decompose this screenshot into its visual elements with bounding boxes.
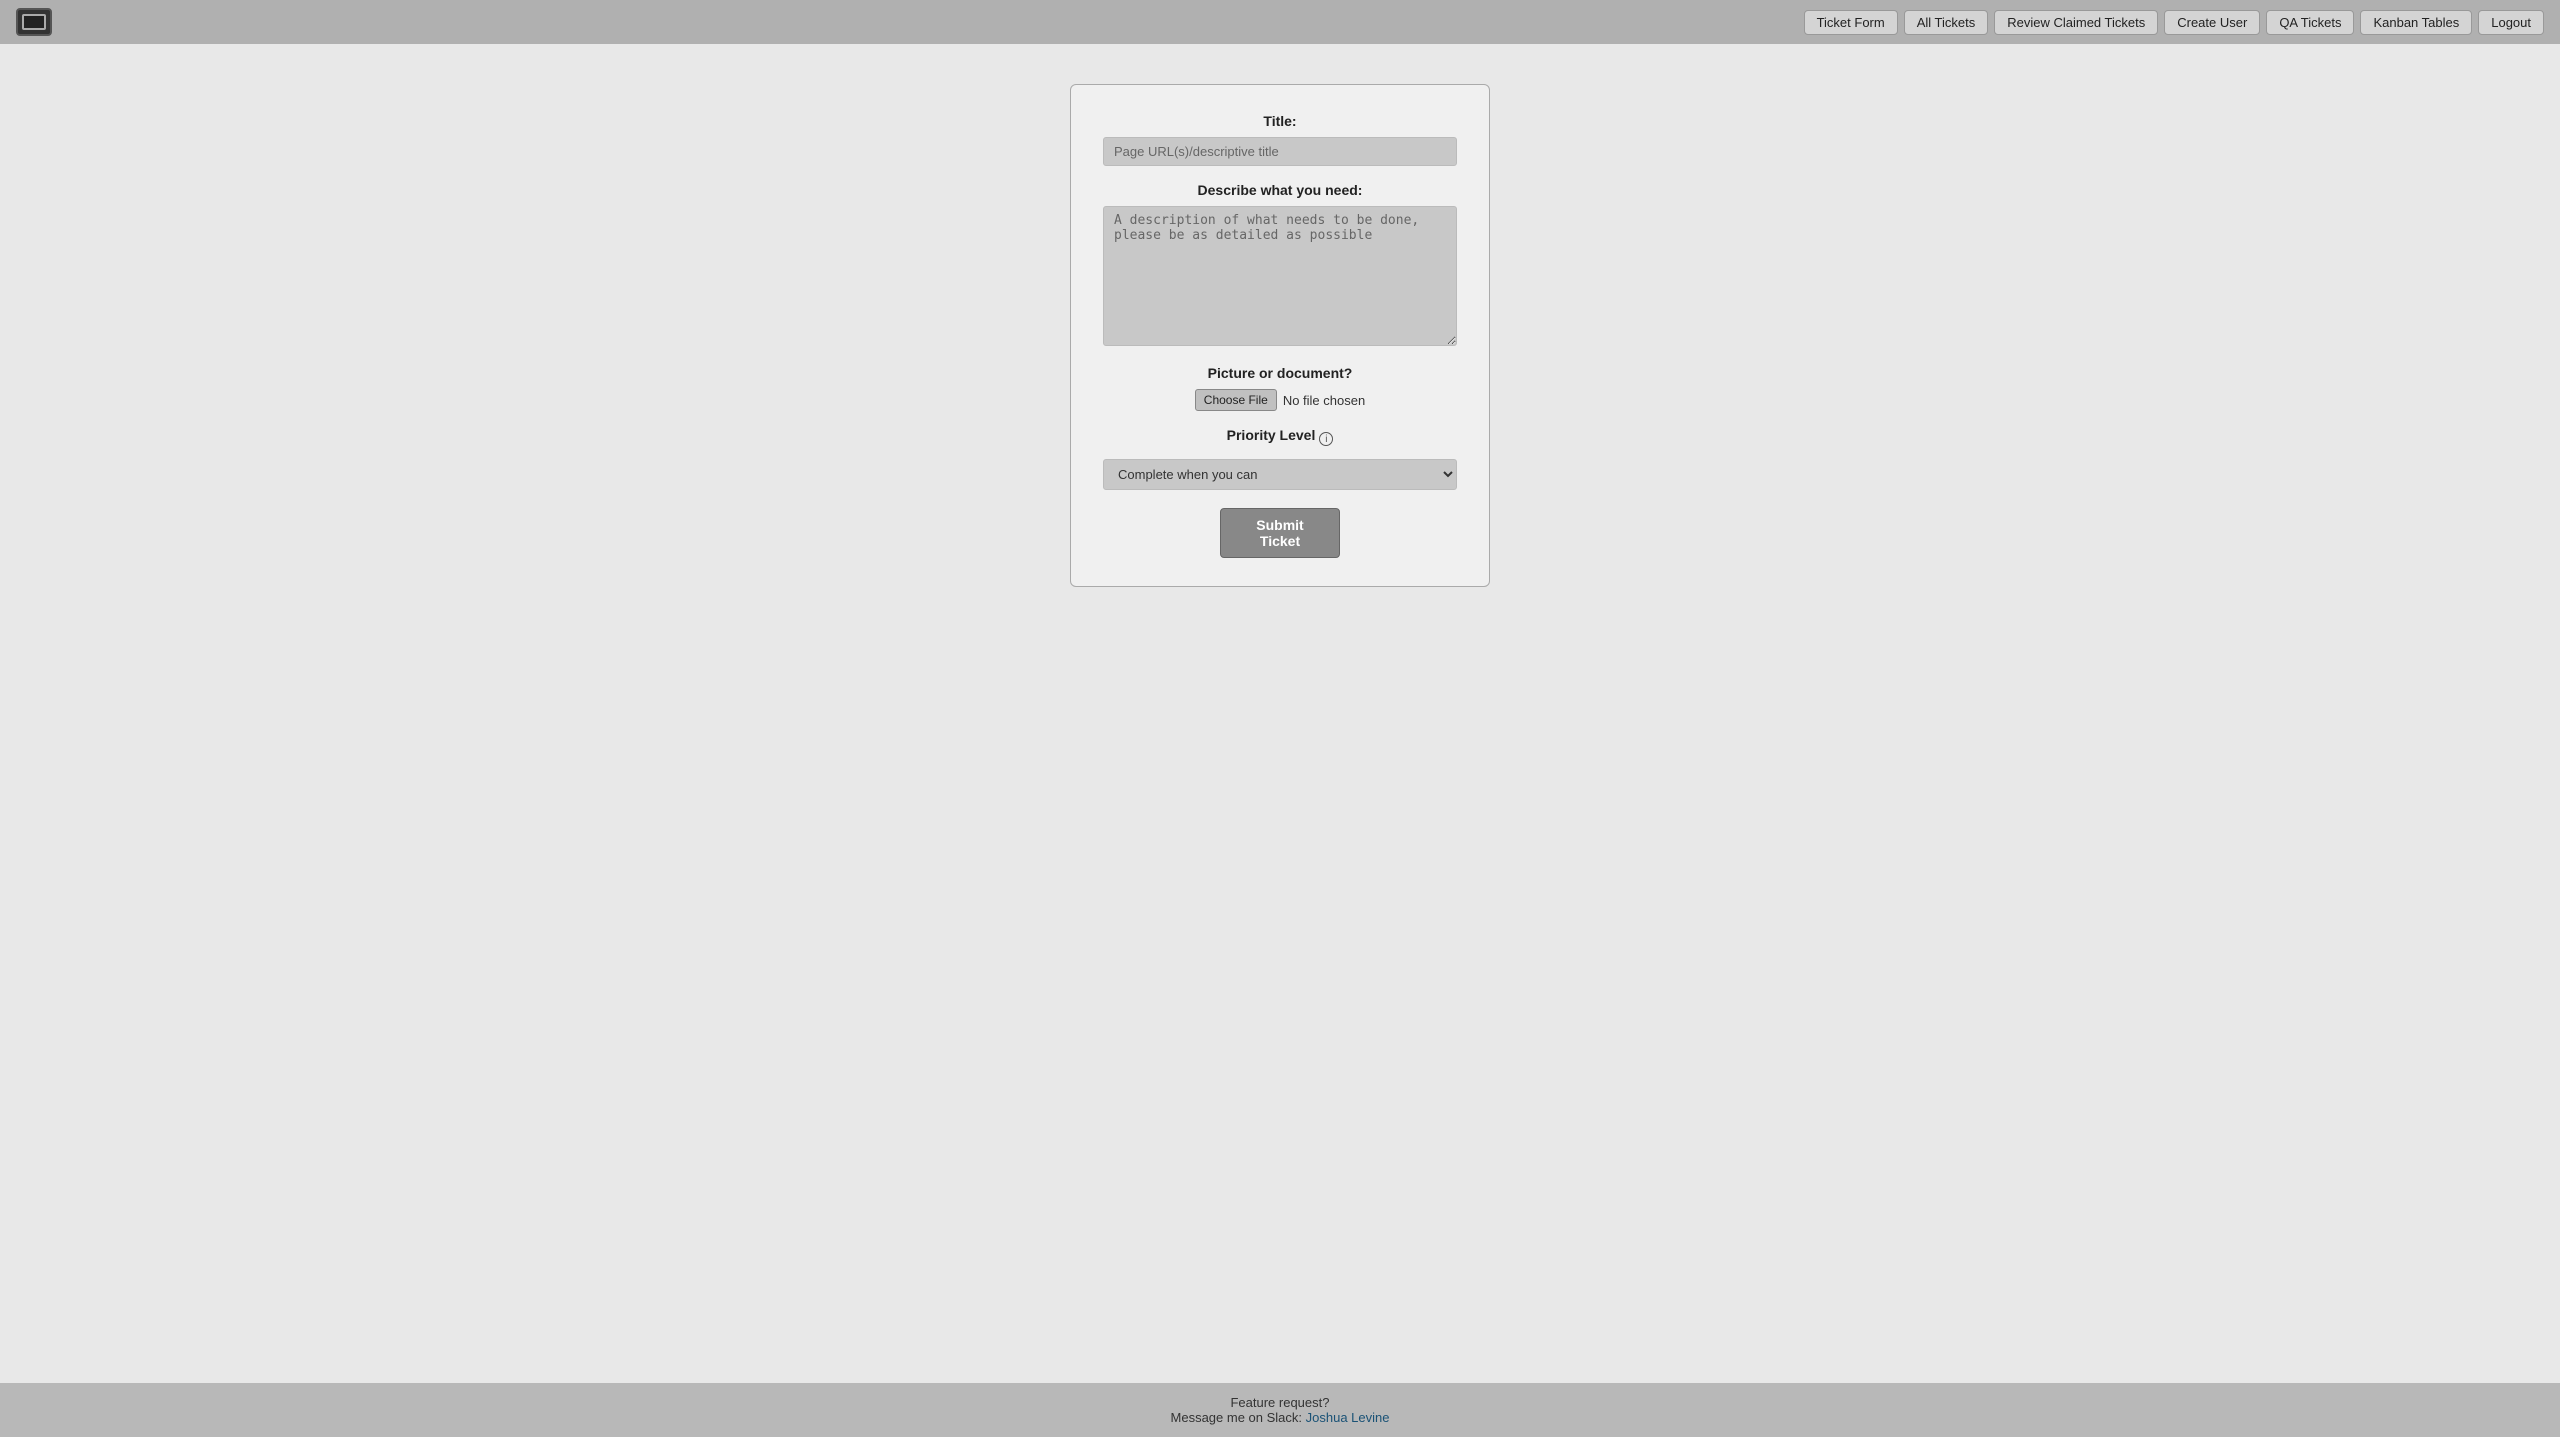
main-content: Title: Describe what you need: Picture o… <box>0 44 2560 1383</box>
qa-tickets-link[interactable]: QA Tickets <box>2266 10 2354 35</box>
file-section: Picture or document? Choose File No file… <box>1103 365 1457 411</box>
logo-icon <box>22 14 46 30</box>
priority-label-row: Priority Level i <box>1103 427 1457 451</box>
describe-textarea[interactable] <box>1103 206 1457 346</box>
footer-line2: Message me on Slack: Joshua Levine <box>12 1410 2548 1425</box>
title-label: Title: <box>1103 113 1457 129</box>
file-input-wrapper: Choose File No file chosen <box>1195 389 1365 411</box>
kanban-tables-link[interactable]: Kanban Tables <box>2360 10 2472 35</box>
navbar: Ticket Form All Tickets Review Claimed T… <box>0 0 2560 44</box>
create-user-link[interactable]: Create User <box>2164 10 2260 35</box>
title-input[interactable] <box>1103 137 1457 166</box>
app-logo <box>16 8 52 36</box>
priority-select[interactable]: Complete when you canImportantUrgent <box>1103 459 1457 490</box>
choose-file-button[interactable]: Choose File <box>1195 389 1277 411</box>
all-tickets-link[interactable]: All Tickets <box>1904 10 1989 35</box>
logout-link[interactable]: Logout <box>2478 10 2544 35</box>
footer-slack-link[interactable]: Joshua Levine <box>1306 1410 1390 1425</box>
ticket-form-link[interactable]: Ticket Form <box>1804 10 1898 35</box>
priority-info-icon[interactable]: i <box>1319 432 1333 446</box>
navbar-links: Ticket Form All Tickets Review Claimed T… <box>1804 10 2544 35</box>
footer-line2-prefix: Message me on Slack: <box>1171 1410 1306 1425</box>
submit-button[interactable]: Submit Ticket <box>1220 508 1340 558</box>
ticket-form-card: Title: Describe what you need: Picture o… <box>1070 84 1490 587</box>
no-file-chosen-text: No file chosen <box>1283 393 1365 408</box>
describe-group: Describe what you need: <box>1103 182 1457 349</box>
priority-section: Priority Level i Complete when you canIm… <box>1103 427 1457 490</box>
file-label: Picture or document? <box>1103 365 1457 381</box>
title-group: Title: <box>1103 113 1457 166</box>
footer: Feature request? Message me on Slack: Jo… <box>0 1383 2560 1437</box>
review-claimed-tickets-link[interactable]: Review Claimed Tickets <box>1994 10 2158 35</box>
priority-label: Priority Level <box>1227 427 1316 443</box>
footer-line1: Feature request? <box>12 1395 2548 1410</box>
describe-label: Describe what you need: <box>1103 182 1457 198</box>
